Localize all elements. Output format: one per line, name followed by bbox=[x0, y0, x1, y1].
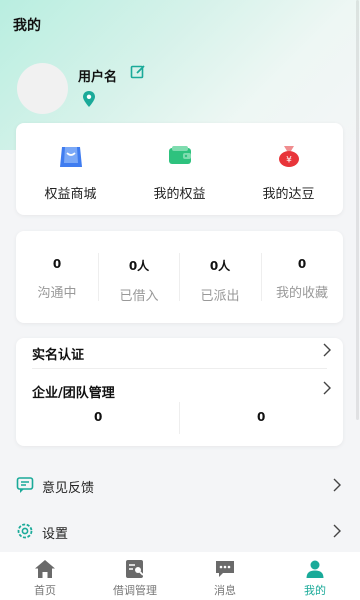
stat-label: 沟通中 bbox=[37, 286, 77, 301]
stat-label: 已派出 bbox=[200, 289, 240, 304]
stat-value: 0 bbox=[297, 257, 307, 271]
quick-actions-card: 权益商城 我的权益 ¥ 我的达豆 bbox=[16, 123, 343, 215]
feedback-label: 意见反馈 bbox=[42, 481, 95, 496]
tab-home-label: 首页 bbox=[34, 584, 56, 597]
feedback-icon bbox=[16, 477, 34, 493]
location-pin-icon bbox=[83, 91, 95, 107]
points-mall-button[interactable]: 权益商城 bbox=[16, 123, 125, 215]
settings-icon bbox=[17, 523, 33, 539]
transfer-manage-icon bbox=[126, 560, 144, 578]
tab-home[interactable]: 首页 bbox=[0, 552, 90, 600]
stat-favorites[interactable]: 0 我的收藏 bbox=[261, 231, 343, 323]
chevron-right-icon bbox=[333, 524, 341, 538]
scrollbar[interactable] bbox=[356, 0, 359, 420]
avatar[interactable] bbox=[17, 63, 68, 114]
auth-team-card: 实名认证 企业/团队管理 0 0 bbox=[16, 338, 343, 446]
page-title: 我的 bbox=[13, 18, 41, 34]
team-manage-row[interactable]: 企业/团队管理 bbox=[16, 376, 343, 404]
team-value-right: 0 bbox=[257, 410, 266, 424]
home-icon bbox=[35, 560, 55, 578]
team-manage-label: 企业/团队管理 bbox=[32, 386, 115, 401]
my-benefits-label: 我的权益 bbox=[153, 187, 206, 202]
stats-card: 0 沟通中 0人 已借入 0人 已派出 0 我的收藏 bbox=[16, 231, 343, 323]
settings-label: 设置 bbox=[42, 527, 69, 542]
username: 用户名 bbox=[78, 70, 118, 85]
divider bbox=[32, 368, 327, 369]
tab-messages-label: 消息 bbox=[214, 584, 236, 597]
stat-communicating[interactable]: 0 沟通中 bbox=[16, 231, 98, 323]
message-icon bbox=[216, 561, 234, 577]
my-benefits-button[interactable]: 我的权益 bbox=[125, 123, 234, 215]
my-dadou-button[interactable]: ¥ 我的达豆 bbox=[234, 123, 343, 215]
shopping-bag-icon bbox=[59, 147, 82, 167]
stat-label: 已借入 bbox=[119, 289, 159, 304]
bottom-tab-bar: 首页 借调管理 消息 我的 bbox=[0, 552, 360, 600]
stat-borrowed-in[interactable]: 0人 已借入 bbox=[98, 231, 180, 323]
stat-dispatched[interactable]: 0人 已派出 bbox=[179, 231, 261, 323]
wallet-icon bbox=[168, 146, 191, 164]
settings-row[interactable]: 设置 bbox=[0, 510, 360, 550]
feedback-row[interactable]: 意见反馈 bbox=[0, 464, 360, 504]
stat-value: 0人 bbox=[209, 259, 231, 273]
divider bbox=[179, 402, 180, 434]
profile-icon bbox=[306, 560, 324, 578]
stat-value: 0 bbox=[52, 257, 62, 271]
chevron-right-icon bbox=[323, 381, 331, 395]
chevron-right-icon bbox=[333, 478, 341, 492]
tab-transfer-manage[interactable]: 借调管理 bbox=[90, 552, 180, 600]
tab-profile-label: 我的 bbox=[304, 584, 326, 597]
tab-messages[interactable]: 消息 bbox=[180, 552, 270, 600]
team-value-left: 0 bbox=[94, 410, 103, 424]
real-name-auth-label: 实名认证 bbox=[32, 348, 85, 363]
chevron-right-icon bbox=[323, 343, 331, 357]
points-mall-label: 权益商城 bbox=[44, 187, 97, 202]
tab-transfer-manage-label: 借调管理 bbox=[113, 584, 157, 597]
my-dadou-label: 我的达豆 bbox=[262, 187, 315, 202]
stat-label: 我的收藏 bbox=[275, 286, 328, 301]
real-name-auth-row[interactable]: 实名认证 bbox=[16, 338, 343, 366]
money-bag-icon: ¥ bbox=[278, 146, 299, 167]
tab-profile[interactable]: 我的 bbox=[270, 552, 360, 600]
edit-icon[interactable] bbox=[130, 64, 146, 80]
svg-text:¥: ¥ bbox=[286, 156, 292, 166]
stat-value: 0人 bbox=[128, 259, 150, 273]
